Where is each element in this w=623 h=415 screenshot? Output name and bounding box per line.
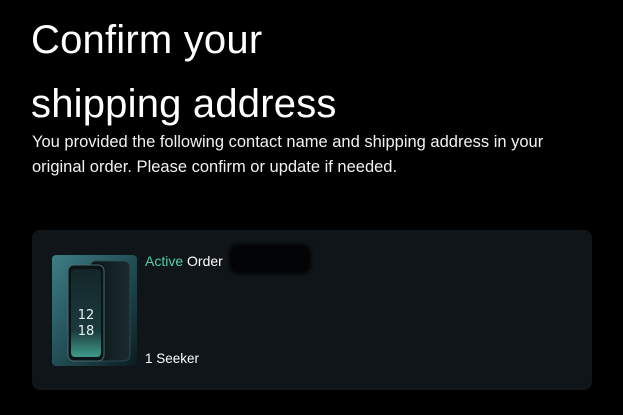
page-title-line-1: Confirm your: [31, 18, 263, 62]
phone-clock-hours: 12: [78, 308, 95, 323]
page-title: Confirm your shipping address: [31, 8, 591, 136]
status-active-text: Active: [145, 253, 184, 269]
product-image: 12 18: [52, 255, 137, 366]
redacted-order-number: [229, 244, 311, 274]
order-status-label: Active Order: [145, 252, 223, 270]
page-description: You provided the following contact name …: [32, 133, 544, 176]
order-card: 12 18 Active Order 1 Seeker: [32, 230, 592, 390]
phone-clock-minutes: 18: [78, 324, 95, 339]
page-title-line-2: shipping address: [31, 82, 337, 126]
order-item-line: 1 Seeker: [145, 351, 200, 366]
status-order-text: Order: [187, 253, 223, 269]
